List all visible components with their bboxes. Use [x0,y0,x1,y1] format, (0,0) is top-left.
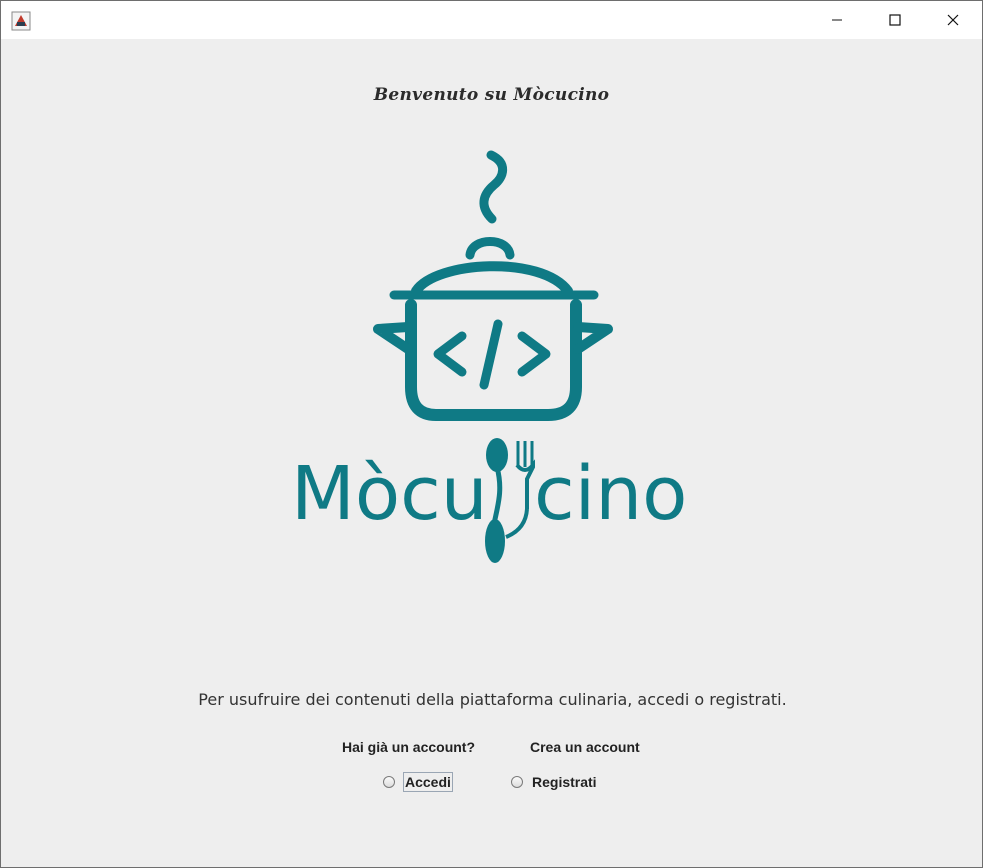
logo-text-right: cino [534,451,687,537]
maximize-icon [889,14,901,26]
accedi-radio[interactable]: Accedi [383,771,453,793]
pot-code-icon [373,150,613,421]
spoon-fork-icon [485,438,535,563]
app-window: Benvenuto su Mòcucino Mòcu cino Per usuf… [0,0,983,868]
mocucino-logo: Mòcu cino [291,150,687,563]
registrati-label[interactable]: Registrati [531,773,598,791]
title-bar [1,1,982,39]
minimize-button[interactable] [808,1,866,39]
radio-circle[interactable] [511,776,523,788]
close-icon [947,14,959,26]
minimize-icon [832,19,842,21]
accedi-label[interactable]: Accedi [403,772,453,792]
welcome-title: Benvenuto su Mòcucino [373,85,610,105]
registrati-radio[interactable]: Registrati [511,771,598,793]
register-label: Crea un account [530,739,640,755]
java-app-icon [11,11,31,31]
logo-text-left: Mòcu [291,451,488,537]
login-label: Hai già un account? [342,739,476,755]
close-button[interactable] [924,1,982,39]
maximize-button[interactable] [866,1,924,39]
radio-circle[interactable] [383,776,395,788]
instruction-text: Per usufruire dei contenuti della piatta… [198,690,787,709]
